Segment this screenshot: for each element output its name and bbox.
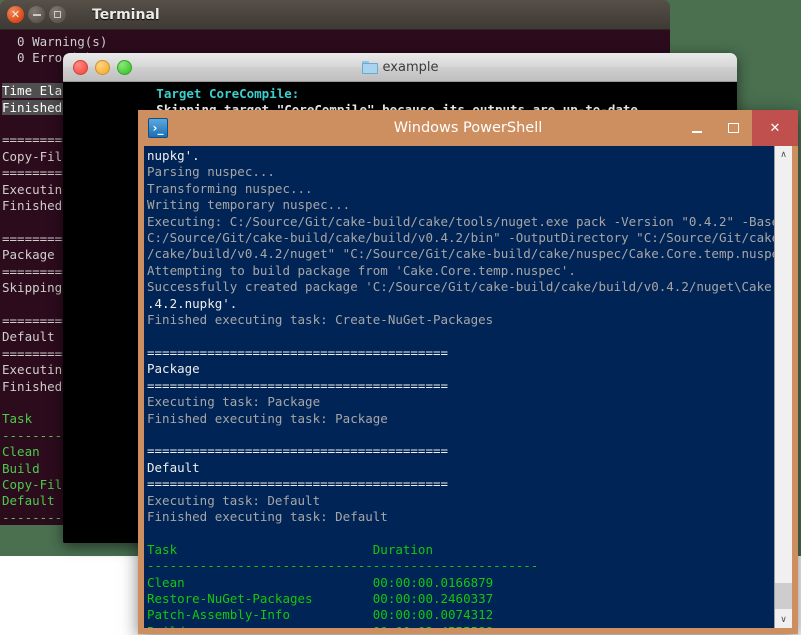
console-line: Writing temporary nuspec... <box>147 197 350 212</box>
powershell-icon: ›_ <box>148 118 168 138</box>
console-line: Finished executing task: Create-NuGet-Pa… <box>147 312 493 327</box>
console-line: ======================================== <box>147 443 448 458</box>
maximize-button[interactable] <box>715 110 752 146</box>
minimize-button[interactable] <box>678 110 715 146</box>
close-icon[interactable]: ✕ <box>7 6 24 23</box>
console-line: Executing task: Package <box>147 394 320 409</box>
mac-window-title: example <box>383 60 439 75</box>
terminal-line: Default <box>2 329 55 344</box>
powershell-window-controls[interactable]: ✕ <box>678 110 798 146</box>
console-line: Transforming nuspec... <box>147 181 313 196</box>
scroll-down-icon[interactable]: ∨ <box>775 611 792 628</box>
console-line: Parsing nuspec... <box>147 164 275 179</box>
console-line: Executing: C:/Source/Git/cake-build/cake… <box>147 214 774 229</box>
table-separator: ----------------------------------------… <box>147 558 538 573</box>
console-line: Executing task: Default <box>147 493 320 508</box>
console-line: ======================================== <box>147 378 448 393</box>
powershell-console-output[interactable]: nupkg'. Parsing nuspec... Transforming n… <box>144 146 774 628</box>
console-line: ======================================== <box>147 345 448 360</box>
console-line: /cake/build/v0.4.2/nuget" "C:/Source/Git… <box>147 246 774 261</box>
scroll-up-icon[interactable]: ∧ <box>775 146 792 163</box>
folder-icon <box>362 61 378 74</box>
console-line: Package <box>147 361 200 376</box>
console-line: Successfully created package 'C:/Source/… <box>147 279 774 294</box>
powershell-scrollbar[interactable]: ∧ ∨ <box>774 146 792 628</box>
close-button[interactable]: ✕ <box>752 110 798 146</box>
console-line: Finished executing task: Default <box>147 509 388 524</box>
table-header: Task Duration <box>147 542 433 557</box>
maximize-icon[interactable] <box>49 6 66 23</box>
table-row: Build 00:00:03.4555588 <box>147 624 493 628</box>
console-line: .4.2.nupkg'. <box>147 296 237 311</box>
powershell-window[interactable]: ›_ Windows PowerShell ✕ nupkg'. Parsing … <box>138 110 798 634</box>
terminal-line: Target CoreCompile: <box>66 86 299 101</box>
mac-title-group: example <box>63 53 737 82</box>
minimize-icon[interactable] <box>28 6 45 23</box>
powershell-content: nupkg'. Parsing nuspec... Transforming n… <box>144 146 792 628</box>
console-line: nupkg'. <box>147 148 200 163</box>
mac-titlebar[interactable]: example <box>63 53 737 82</box>
terminal-line: Package <box>2 247 55 262</box>
terminal-line: 0 Warning(s) <box>2 34 107 49</box>
console-line: Attempting to build package from 'Cake.C… <box>147 263 576 278</box>
powershell-titlebar[interactable]: ›_ Windows PowerShell ✕ <box>138 110 798 146</box>
console-line: ======================================== <box>147 476 448 491</box>
table-row: Restore-NuGet-Packages 00:00:00.2460337 <box>147 591 493 606</box>
scrollbar-thumb[interactable] <box>775 583 792 609</box>
console-line: C:/Source/Git/cake-build/cake/build/v0.4… <box>147 230 774 245</box>
console-line: Finished executing task: Package <box>147 411 388 426</box>
table-row: Patch-Assembly-Info 00:00:00.0074312 <box>147 607 493 622</box>
ubuntu-titlebar[interactable]: ✕ Terminal <box>0 0 670 30</box>
ubuntu-window-title: Terminal <box>92 7 160 23</box>
console-line: Default <box>147 460 200 475</box>
table-row: Clean 00:00:00.0166879 <box>147 575 493 590</box>
